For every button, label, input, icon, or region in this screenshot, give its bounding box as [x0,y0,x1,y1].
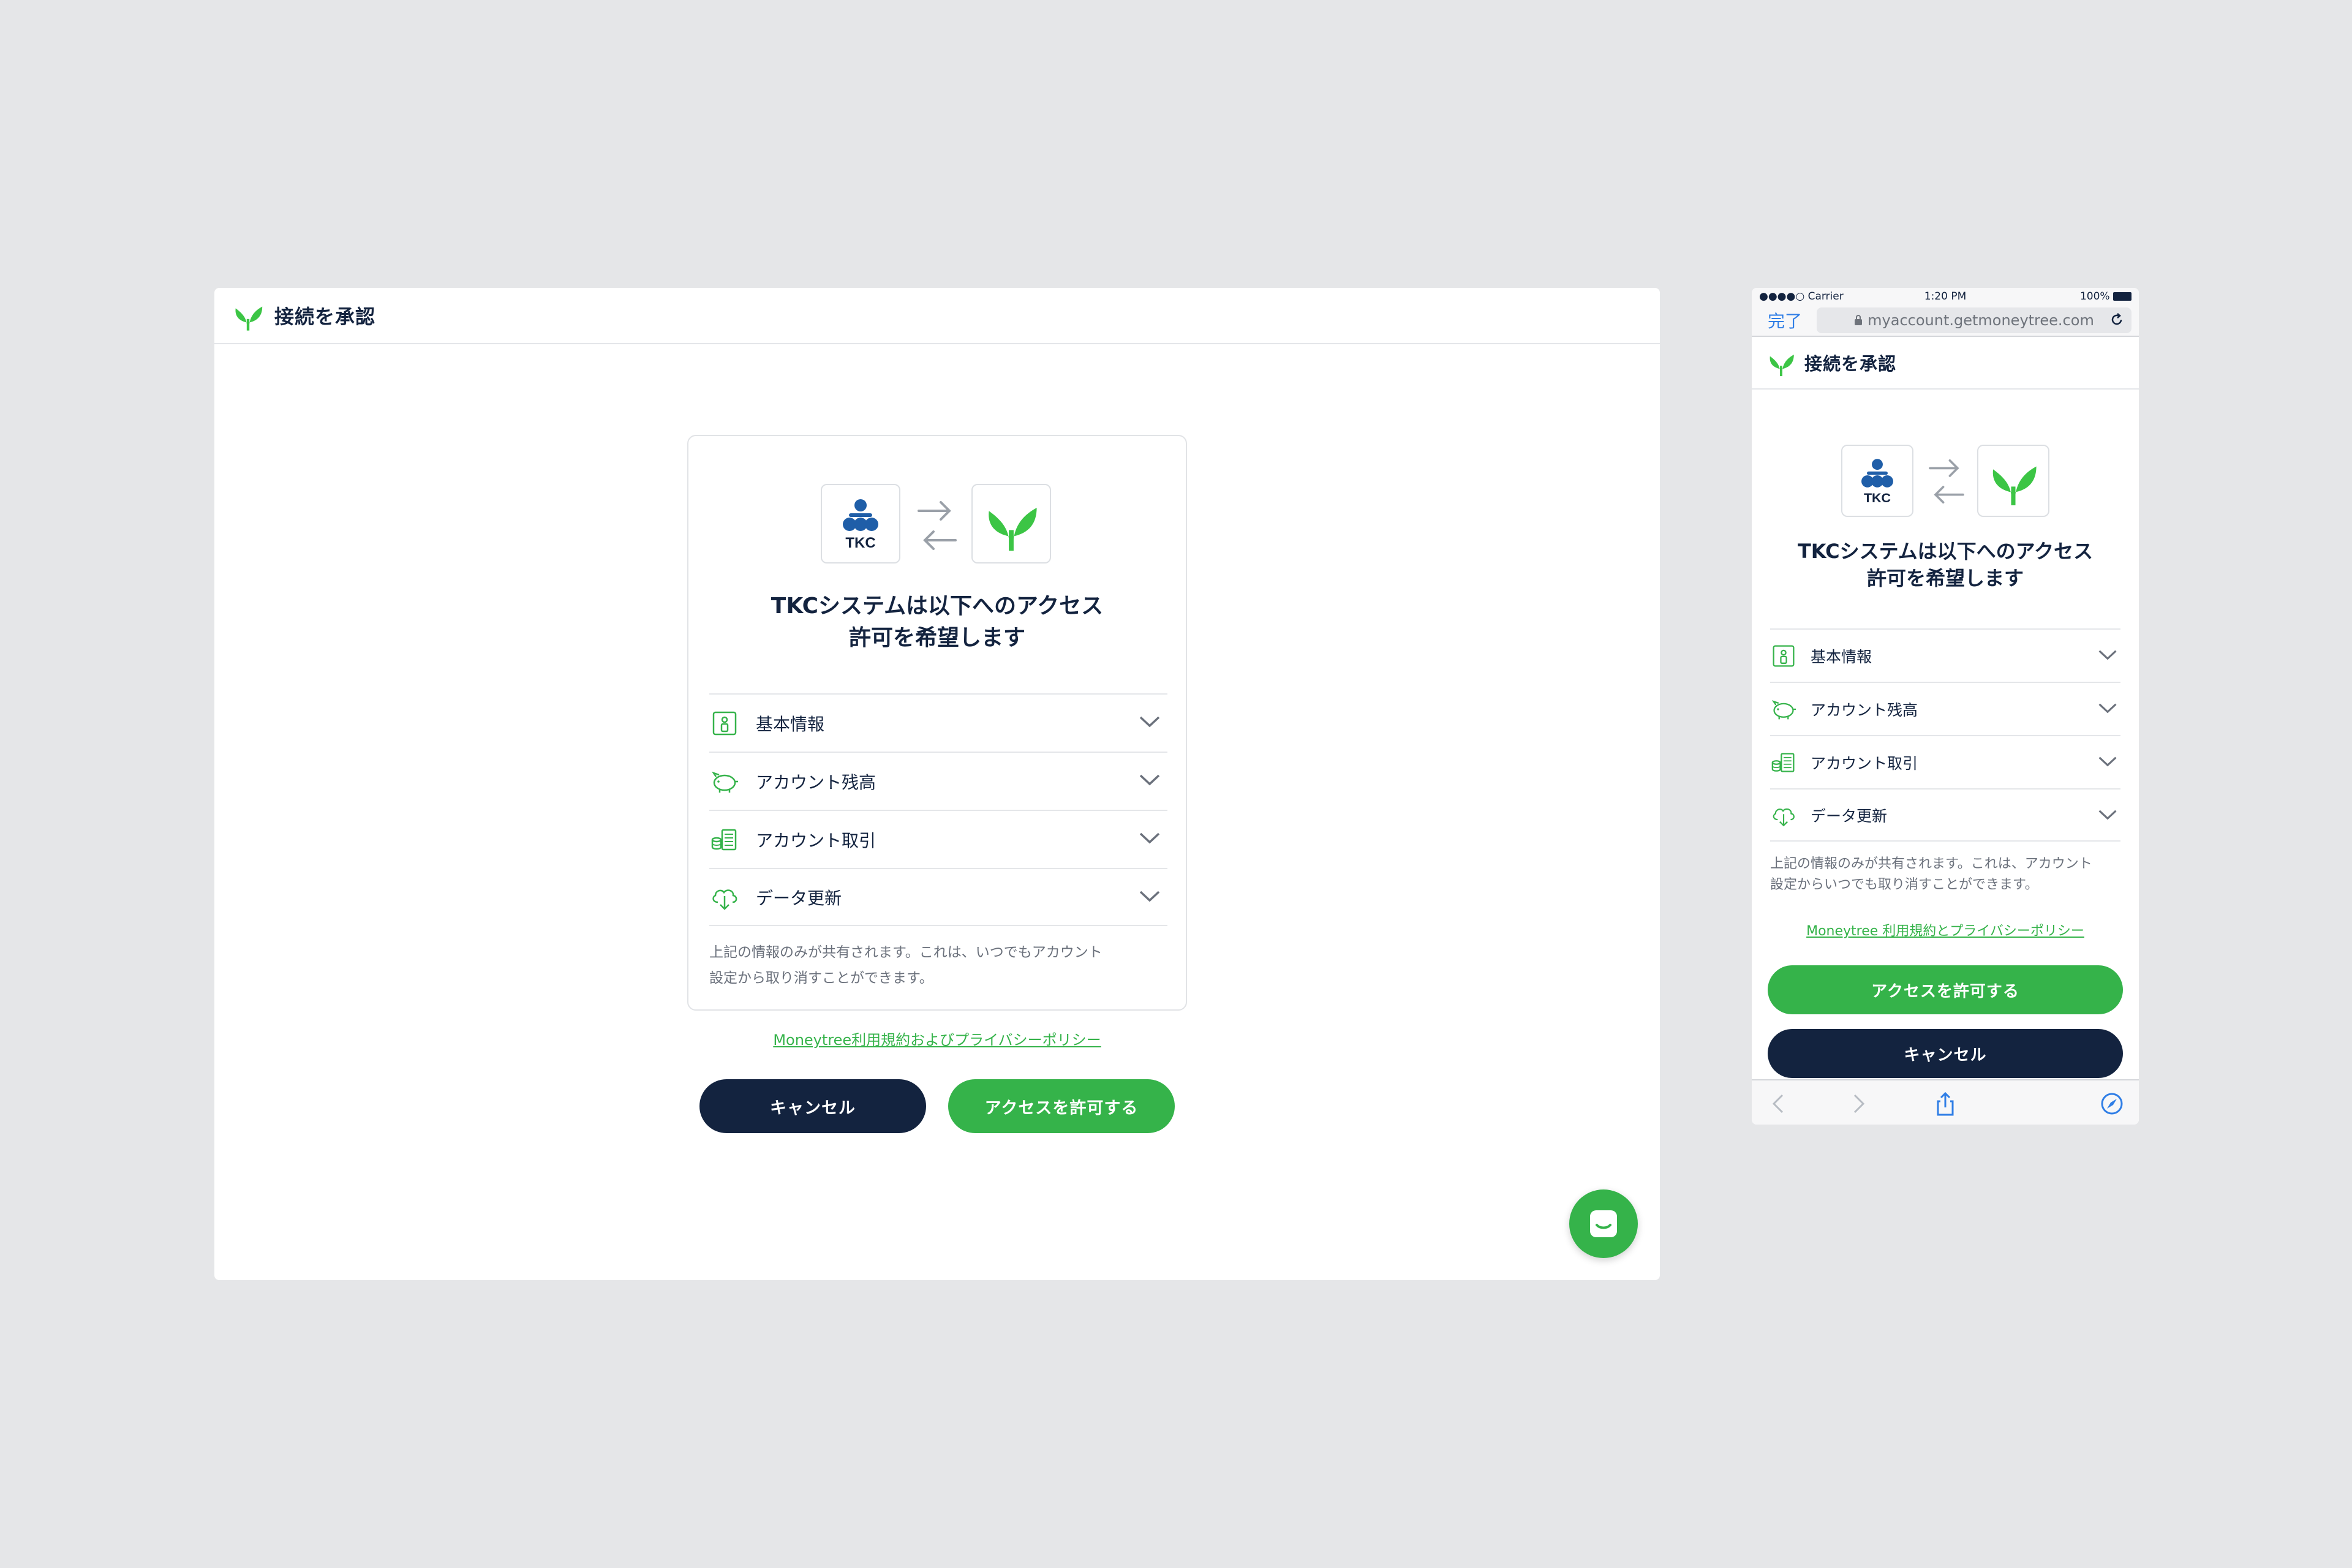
app-header: 接続を承認 [214,288,1660,344]
chevron-down-icon[interactable] [1138,772,1161,787]
tkc-logo: TKC [821,484,900,564]
tkc-text: TKC [1864,491,1891,505]
cloud-download-icon [1770,802,1797,829]
desktop-window: 接続を承認 TKC TKCシステムは以下へのアクセス 許可を希望します 基本情報… [214,288,1660,1280]
chevron-down-icon[interactable] [1138,831,1161,845]
moneytree-logo-box [1977,445,2049,517]
cloud-download-icon [709,882,740,913]
permission-basic-info[interactable]: 基本情報 [709,693,1167,752]
exchange-arrows-icon [918,501,957,550]
moneytree-logo-icon [989,508,1037,551]
done-button[interactable]: 完了 [1759,308,1817,333]
chat-icon [1590,1210,1617,1237]
id-card-icon [709,708,740,739]
chat-launcher-button[interactable] [1569,1189,1638,1258]
permission-account-balance[interactable]: アカウント残高 [1770,682,2120,735]
status-bar: ●●●●○ Carrier 1:20 PM 100% [1752,288,2139,305]
transactions-icon [709,824,740,855]
permission-account-transactions[interactable]: アカウント取引 [1770,735,2120,788]
permission-data-refresh[interactable]: データ更新 [709,868,1167,926]
connection-logos: TKC [1841,445,2049,518]
consent-headline: TKCシステムは以下へのアクセス 許可を希望します [771,594,1104,650]
allow-access-button[interactable]: アクセスを許可する [1768,965,2123,1014]
permission-account-transactions[interactable]: アカウント取引 [709,810,1167,868]
connection-logos: TKC [821,484,1056,565]
forward-icon[interactable] [1846,1091,1871,1116]
chevron-down-icon[interactable] [2097,755,2118,768]
moneytree-logo-icon [1770,355,1794,377]
app-header: 接続を承認 [1752,337,2139,390]
chevron-down-icon[interactable] [1138,889,1161,903]
permission-data-refresh[interactable]: データ更新 [1770,788,2120,842]
chevron-down-icon[interactable] [1138,714,1161,729]
chevron-down-icon[interactable] [2097,808,2118,821]
compass-icon[interactable] [2100,1091,2124,1116]
chevron-down-icon[interactable] [2097,648,2118,662]
moneytree-logo-icon [235,306,263,331]
mobile-screen: ●●●●○ Carrier 1:20 PM 100% 完了 myaccount.… [1752,288,2139,1125]
sharing-note: 上記の情報のみが共有されます。これは、いつでもアカウント 設定から取り消すことが… [709,944,1102,986]
piggy-bank-icon [1770,696,1797,723]
permission-basic-info[interactable]: 基本情報 [1770,628,2120,682]
tkc-logo-icon: TKC [1861,459,1893,505]
terms-link[interactable]: Moneytree 利用規約とプライバシーポリシー [1752,920,2139,940]
permission-account-balance[interactable]: アカウント残高 [709,752,1167,810]
id-card-icon [1770,643,1797,669]
piggy-bank-icon [709,766,740,797]
status-time: 1:20 PM [1924,290,1967,303]
permission-list: 基本情報 アカウント残高 アカウント取引 データ更新 [1770,628,2120,842]
transactions-icon [1770,749,1797,776]
consent-card: TKC TKCシステムは以下へのアクセス 許可を希望します 基本情報 アカウント… [687,435,1187,1011]
page-title: 接続を承認 [274,305,376,328]
cancel-button[interactable]: キャンセル [1768,1029,2123,1078]
lock-icon [1855,315,1863,325]
consent-headline: TKCシステムは以下へのアクセス 許可を希望します [1797,540,2094,590]
tkc-logo-icon: TKC [843,499,878,550]
url-text: myaccount.getmoneytree.com [1868,312,2094,329]
address-field[interactable]: myaccount.getmoneytree.com [1817,307,2132,333]
browser-url-bar: 完了 myaccount.getmoneytree.com [1752,305,2139,337]
moneytree-logo-icon [1992,466,2037,505]
page-title: 接続を承認 [1804,353,1897,374]
cancel-button[interactable]: キャンセル [699,1079,926,1133]
permission-list: 基本情報 アカウント残高 アカウント取引 データ更新 [709,693,1167,926]
share-icon[interactable] [1933,1091,1958,1116]
tkc-text: TKC [845,535,875,550]
terms-link[interactable]: Moneytree利用規約およびプライバシーポリシー [214,1028,1660,1049]
reload-icon[interactable] [2109,312,2124,327]
tkc-logo: TKC [1841,445,1913,517]
chevron-down-icon[interactable] [2097,701,2118,715]
browser-toolbar [1752,1079,2139,1125]
exchange-arrows-icon [1929,459,1964,503]
sharing-note: 上記の情報のみが共有されます。これは、アカウント 設定からいつでも取り消すことが… [1770,856,2092,892]
back-icon[interactable] [1766,1091,1791,1116]
moneytree-logo-box [971,484,1051,564]
allow-access-button[interactable]: アクセスを許可する [948,1079,1175,1133]
